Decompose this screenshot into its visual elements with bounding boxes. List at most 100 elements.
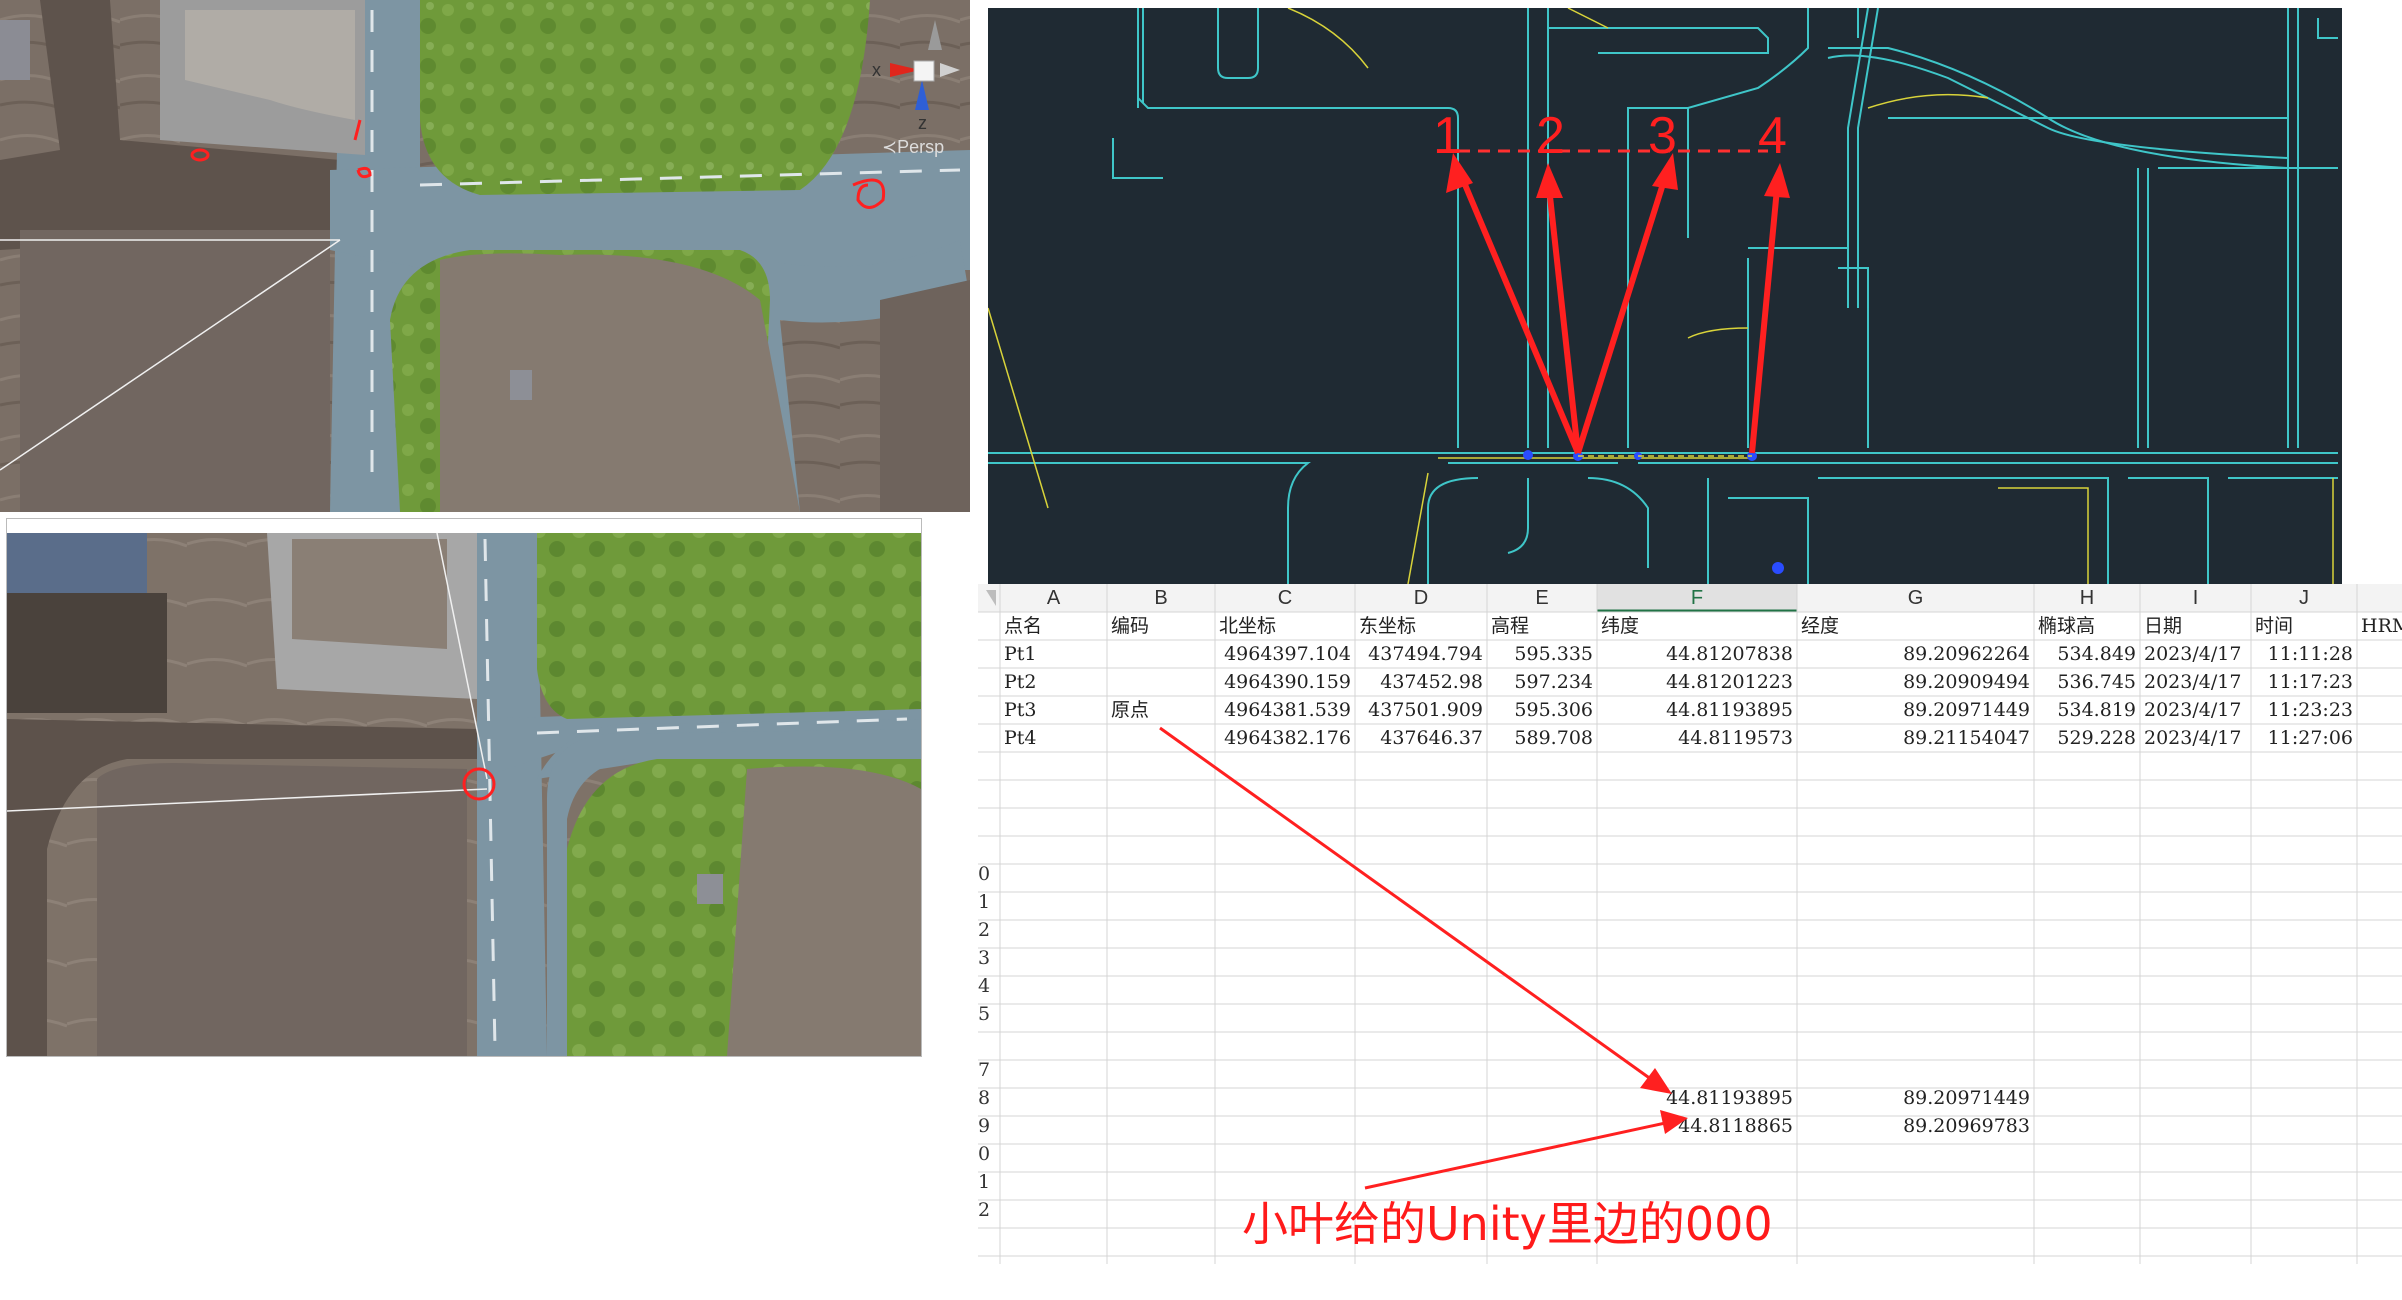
scene-terrain-top — [0, 0, 970, 512]
row-number[interactable]: 0 — [978, 1140, 990, 1168]
table-cell[interactable]: 11:11:28 — [2251, 640, 2357, 668]
table-cell[interactable] — [1107, 640, 1215, 668]
cad-drawing-view[interactable]: 1 2 3 4 — [988, 8, 2342, 584]
col-header-d[interactable]: D — [1355, 584, 1487, 612]
table-cell[interactable]: 2023/4/17 — [2140, 640, 2251, 668]
table-row: Pt4 4964382.176 437646.37 589.708 44.8119573… — [978, 724, 2402, 752]
header-cell[interactable]: 经度 — [1797, 612, 2034, 640]
header-cell[interactable]: HRMS — [2357, 612, 2402, 640]
table-cell[interactable]: 4964381.539 — [1215, 696, 1355, 724]
table-cell[interactable]: 11:23:23 — [2251, 696, 2357, 724]
row-number[interactable]: 9 — [978, 1112, 990, 1140]
header-cell[interactable]: 时间 — [2251, 612, 2357, 640]
marker-label-3: 3 — [1648, 107, 1677, 165]
col-header-j[interactable]: J — [2251, 584, 2357, 612]
table-cell[interactable]: 597.234 — [1487, 668, 1597, 696]
table-cell[interactable]: 2023/4/17 — [2140, 696, 2251, 724]
table-cell[interactable]: Pt1 — [1000, 640, 1107, 668]
table-row: Pt3 原点 4964381.539 437501.909 595.306 44.8119… — [978, 696, 2402, 724]
table-cell[interactable]: 437494.794 — [1355, 640, 1487, 668]
persp-toggle[interactable]: ≺Persp — [882, 137, 944, 158]
table-row: Pt2 4964390.159 437452.98 597.234 44.8120122… — [978, 668, 2402, 696]
header-cell[interactable]: 东坐标 — [1355, 612, 1487, 640]
cell-longitude-unity[interactable]: 89.20969783 — [1797, 1112, 2034, 1140]
table-cell[interactable]: 437452.98 — [1355, 668, 1487, 696]
col-header-i[interactable]: I — [2140, 584, 2251, 612]
row-number[interactable]: 8 — [978, 1084, 990, 1112]
row-number[interactable]: 1 — [978, 1168, 990, 1196]
header-cell[interactable]: 高程 — [1487, 612, 1597, 640]
table-cell[interactable]: 89.20971449 — [1797, 696, 2034, 724]
table-cell[interactable]: 2023/4/17 — [2140, 724, 2251, 752]
table-header-row: 点名 编码 北坐标 东坐标 高程 纬度 经度 椭球高 日期 时间 HRMS — [978, 612, 2402, 640]
col-header-c[interactable]: C — [1215, 584, 1355, 612]
unity-scene-view-bottom[interactable] — [6, 518, 922, 1057]
row-number[interactable]: 3 — [978, 944, 990, 972]
unity-scene-view-top[interactable]: x z ≺Persp — [0, 0, 970, 512]
table-cell[interactable] — [1107, 668, 1215, 696]
header-cell[interactable]: 椭球高 — [2034, 612, 2140, 640]
table-cell[interactable]: 534.819 — [2034, 696, 2140, 724]
table-cell[interactable]: 4964390.159 — [1215, 668, 1355, 696]
table-cell[interactable]: 89.20962264 — [1797, 640, 2034, 668]
table-cell[interactable]: Pt4 — [1000, 724, 1107, 752]
table-cell[interactable]: 2023/4/17 — [2140, 668, 2251, 696]
table-cell[interactable]: 44.8119573 — [1597, 724, 1797, 752]
table-cell[interactable]: 4964382.176 — [1215, 724, 1355, 752]
row-number[interactable]: 7 — [978, 1056, 990, 1084]
row-number[interactable]: 2 — [978, 916, 990, 944]
red-scribble-right — [852, 178, 886, 209]
table-cell[interactable]: 437501.909 — [1355, 696, 1487, 724]
row-number[interactable]: 2 — [978, 1196, 990, 1224]
gizmo-z-label: z — [918, 113, 927, 133]
table-cell[interactable]: 534.849 — [2034, 640, 2140, 668]
table-cell[interactable]: 11:17:23 — [2251, 668, 2357, 696]
gizmo-x-label: x — [872, 60, 881, 80]
table-cell[interactable]: Pt2 — [1000, 668, 1107, 696]
header-cell[interactable]: 点名 — [1000, 612, 1107, 640]
table-cell[interactable]: 44.81207838 — [1597, 640, 1797, 668]
table-cell[interactable]: 89.21154047 — [1797, 724, 2034, 752]
col-header-h[interactable]: H — [2034, 584, 2140, 612]
marker-label-4: 4 — [1758, 107, 1787, 165]
table-cell[interactable] — [1107, 724, 1215, 752]
table-cell[interactable]: 536.745 — [2034, 668, 2140, 696]
col-header-f[interactable]: F — [1597, 584, 1797, 612]
marker-label-1: 1 — [1433, 107, 1462, 165]
annotation-text: 小叶给的Unity里边的000 — [1242, 1197, 1773, 1251]
table-cell[interactable]: 595.306 — [1487, 696, 1597, 724]
table-cell[interactable]: 原点 — [1107, 696, 1215, 724]
col-header-g[interactable]: G — [1797, 584, 2034, 612]
col-header-e[interactable]: E — [1487, 584, 1597, 612]
cell-longitude-origin[interactable]: 89.20971449 — [1797, 1084, 2034, 1112]
table-cell[interactable]: 589.708 — [1487, 724, 1597, 752]
table-cell[interactable]: 44.81193895 — [1597, 696, 1797, 724]
table-cell[interactable]: 437646.37 — [1355, 724, 1487, 752]
marker-label-2: 2 — [1536, 107, 1565, 165]
table-cell[interactable]: Pt3 — [1000, 696, 1107, 724]
row-number[interactable]: 5 — [978, 1000, 990, 1028]
table-cell[interactable]: 11:27:06 — [2251, 724, 2357, 752]
orientation-gizmo[interactable]: x z ≺Persp — [860, 15, 970, 165]
table-cell[interactable]: 529.228 — [2034, 724, 2140, 752]
table-row: Pt1 4964397.104 437494.794 595.335 44.812078… — [978, 640, 2402, 668]
red-scribble — [190, 119, 372, 179]
cell-latitude-unity[interactable]: 44.8118865 — [1597, 1112, 1797, 1140]
table-cell[interactable]: 89.20909494 — [1797, 668, 2034, 696]
row-number[interactable] — [978, 1028, 990, 1056]
header-cell[interactable]: 北坐标 — [1215, 612, 1355, 640]
row-number[interactable]: 1 — [978, 888, 990, 916]
col-header-b[interactable]: B — [1107, 584, 1215, 612]
header-cell[interactable]: 编码 — [1107, 612, 1215, 640]
header-cell[interactable]: 纬度 — [1597, 612, 1797, 640]
row-number[interactable]: 0 — [978, 860, 990, 888]
table-cell[interactable]: 4964397.104 — [1215, 640, 1355, 668]
cell-latitude-origin[interactable]: 44.81193895 — [1597, 1084, 1797, 1112]
table-cell[interactable]: 44.81201223 — [1597, 668, 1797, 696]
spreadsheet[interactable]: A B C D E F G H I J 点名 编码 北坐标 东坐标 高程 纬度 … — [978, 584, 2402, 1264]
col-header-a[interactable]: A — [1000, 584, 1107, 612]
cad-canvas — [988, 8, 2342, 584]
table-cell[interactable]: 595.335 — [1487, 640, 1597, 668]
row-number[interactable]: 4 — [978, 972, 990, 1000]
header-cell[interactable]: 日期 — [2140, 612, 2251, 640]
